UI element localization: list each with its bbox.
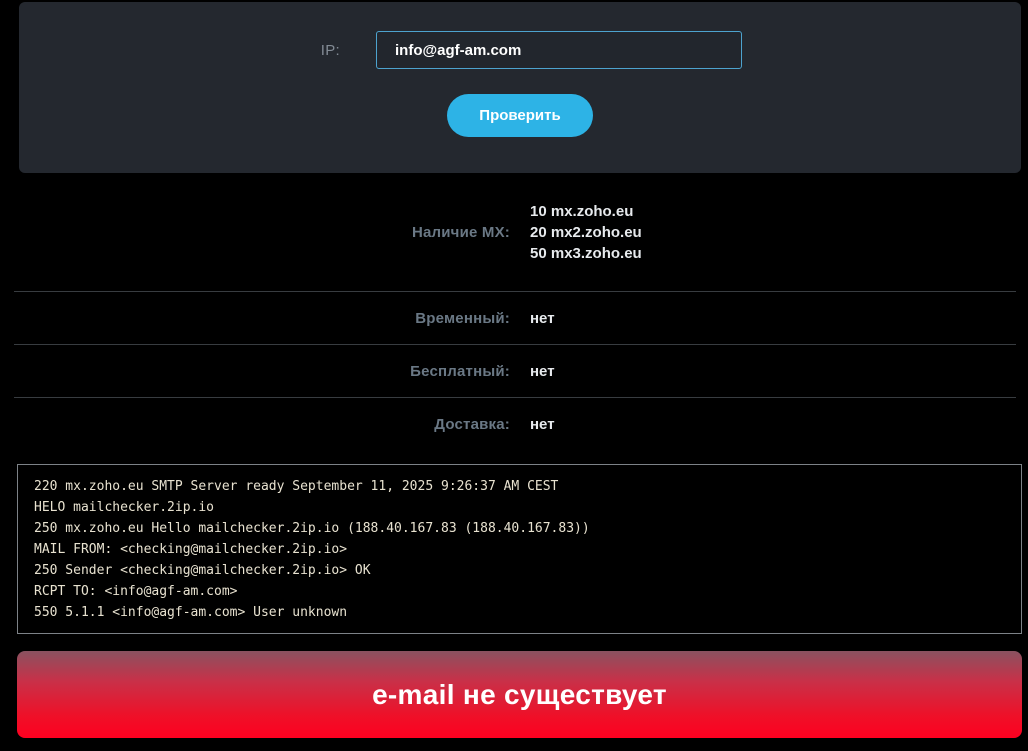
- mx-record: 10 mx.zoho.eu: [530, 202, 634, 220]
- result-banner-text: e-mail не существует: [372, 678, 667, 710]
- result-value-temporary: нет: [530, 309, 555, 327]
- smtp-log-box: 220 mx.zoho.eu SMTP Server ready Septemb…: [17, 464, 1022, 634]
- submit-row: Проверить: [19, 94, 1021, 137]
- mx-record: 50 mx3.zoho.eu: [530, 244, 642, 262]
- result-label-delivery: Доставка:: [434, 415, 510, 433]
- smtp-log-line: 250 mx.zoho.eu Hello mailchecker.2ip.io …: [34, 521, 590, 536]
- result-value-mx: 10 mx.zoho.eu 20 mx2.zoho.eu 50 mx3.zoho.e…: [530, 201, 642, 264]
- smtp-log-line: 220 mx.zoho.eu SMTP Server ready Septemb…: [34, 479, 559, 494]
- result-row-temporary: Временный: нет: [0, 292, 1028, 344]
- result-row-delivery: Доставка: нет: [0, 398, 1028, 450]
- result-banner: e-mail не существует: [17, 651, 1022, 738]
- smtp-log-line: 250 Sender <checking@mailchecker.2ip.io>…: [34, 563, 371, 578]
- result-label-free: Бесплатный:: [410, 362, 510, 380]
- email-input-row: IP:: [19, 31, 1021, 69]
- smtp-log-line: MAIL FROM: <checking@mailchecker.2ip.io>: [34, 542, 348, 557]
- email-input[interactable]: [376, 31, 742, 69]
- result-label-mx: Наличие MX:: [411, 223, 510, 241]
- ip-label: IP:: [320, 41, 340, 59]
- result-row-mx: Наличие MX: 10 mx.zoho.eu 20 mx2.zoho.eu 5…: [0, 173, 1028, 291]
- results-section: Наличие MX: 10 mx.zoho.eu 20 mx2.zoho.eu 5…: [0, 173, 1028, 450]
- result-row-free: Бесплатный: нет: [0, 345, 1028, 397]
- result-value-free: нет: [530, 362, 555, 380]
- smtp-log-line: 550 5.1.1 <info@agf-am.com> User unknown: [34, 605, 348, 620]
- check-button[interactable]: Проверить: [447, 94, 593, 137]
- result-label-temporary: Временный:: [415, 309, 510, 327]
- smtp-log-line: HELO mailchecker.2ip.io: [34, 500, 215, 515]
- smtp-log-line: RCPT TO: <info@agf-am.com>: [34, 584, 238, 599]
- check-form-panel: IP: Проверить: [19, 2, 1021, 173]
- result-value-delivery: нет: [530, 415, 555, 433]
- mail-checker-page: IP: Проверить Наличие MX: 10 mx.zoho.eu 2…: [0, 2, 1028, 751]
- mx-record: 20 mx2.zoho.eu: [530, 223, 642, 241]
